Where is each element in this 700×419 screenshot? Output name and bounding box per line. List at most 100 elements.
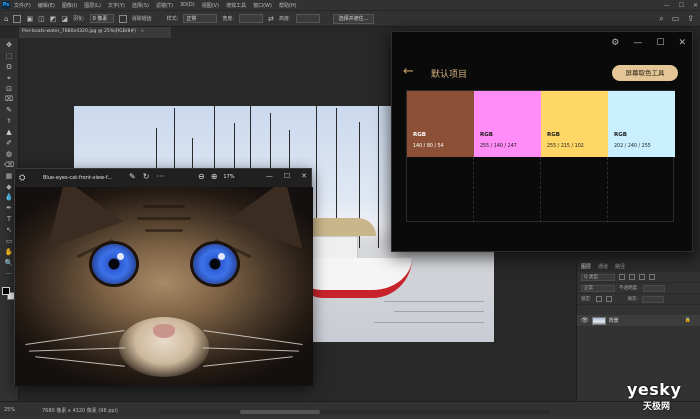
menu-edit[interactable]: 编辑(E) [38,2,55,9]
yesky-watermark: yesky 天极网 [627,380,693,414]
move-tool-icon[interactable]: ✥ [3,41,16,51]
minimize-icon[interactable]: — [633,38,642,48]
subtract-selection-icon[interactable]: ◩ [50,15,57,23]
height-input[interactable] [295,14,320,23]
share-icon[interactable]: ⇪ [687,14,694,24]
menu-layer[interactable]: 图层(L) [84,2,101,9]
color-swatch[interactable]: RGB 255 / 140 / 247 [474,91,541,157]
crop-tool-icon[interactable]: ⊡ [3,85,16,95]
status-zoom[interactable]: 25% [4,407,15,413]
workspace-icon[interactable]: ▭ [672,14,680,24]
photos-app-icon: ⛭ [19,173,26,182]
settings-gear-icon[interactable]: ⚙ [611,38,619,48]
menu-plugins[interactable]: 增效工具 [226,2,246,9]
document-tab[interactable]: Pier-boats-water_7680x4320.jpg @ 25%(RGB… [19,27,171,38]
healing-tool-icon[interactable]: ⚕ [3,117,16,127]
horizontal-scrollbar[interactable] [160,410,550,414]
history-brush-tool-icon[interactable]: ◍ [3,150,16,160]
menu-window[interactable]: 窗口(W) [253,2,272,9]
whisker [35,356,125,367]
lasso-tool-icon[interactable]: ʘ [3,63,16,73]
filter-type-icon[interactable] [639,274,645,280]
fill-field[interactable] [642,295,665,303]
maximize-icon[interactable]: ☐ [656,38,664,48]
zoom-in-icon[interactable]: ⊕ [211,172,218,181]
tab-channels[interactable]: 通道 [598,263,608,270]
color-swatch[interactable]: RGB 255 / 215 / 102 [541,91,608,157]
blend-mode-select[interactable]: 正常 [581,284,615,292]
new-selection-icon[interactable]: ▣ [26,15,33,23]
lock-row: 锁定: 填充: [577,294,700,305]
width-input[interactable] [239,14,264,23]
visibility-eye-icon[interactable]: 👁 [581,317,589,324]
scrollbar-thumb[interactable] [240,410,320,414]
color-swatch[interactable]: RGB 140 / 80 / 54 [407,91,474,157]
viewer-toolbar: ✎ ↻ ··· [129,172,164,181]
menu-help[interactable]: 帮助(H) [279,2,297,9]
intersect-selection-icon[interactable]: ◪ [61,15,68,23]
cat-photo[interactable] [15,187,313,386]
minimize-icon[interactable]: — [266,172,273,180]
select-and-mask-button[interactable]: 选择并遮住... [332,13,375,24]
maximize-icon[interactable]: ☐ [284,172,290,180]
empty-swatch-slot[interactable] [407,157,474,223]
quick-select-tool-icon[interactable]: ⌖ [3,74,16,84]
rotate-icon[interactable]: ↻ [143,172,150,181]
maximize-icon[interactable]: ☐ [679,2,684,9]
close-icon[interactable]: ✕ [693,2,698,9]
home-icon[interactable]: ⌂ [4,15,8,23]
filter-shape-icon[interactable] [649,274,655,280]
frame-tool-icon[interactable]: ⌧ [3,95,16,105]
blend-mode-row: 正常 不透明度: [577,283,700,294]
back-arrow-icon[interactable]: ← [403,64,414,79]
zoom-out-icon[interactable]: ⊖ [198,172,205,181]
menu-view[interactable]: 视图(V) [202,2,219,9]
menu-filter[interactable]: 滤镜(T) [156,2,173,9]
tab-paths[interactable]: 路径 [615,263,625,270]
eye-highlight [117,253,124,260]
menu-type[interactable]: 文字(Y) [108,2,125,9]
close-tab-icon[interactable]: × [140,29,144,34]
close-icon[interactable]: ✕ [301,172,307,180]
filter-pixel-icon[interactable] [619,274,625,280]
add-selection-icon[interactable]: ◫ [38,15,45,23]
layer-lock-icon: 🔒 [684,317,691,323]
antialias-checkbox[interactable] [118,14,127,23]
feather-input[interactable]: 0 像素 [89,14,114,23]
more-icon[interactable]: ··· [156,172,164,181]
fur-stripe [143,205,185,208]
stamp-tool-icon[interactable]: ✐ [3,139,16,149]
cat-ear-right [227,187,313,249]
swap-icon[interactable]: ⇄ [268,15,274,23]
filter-adjust-icon[interactable] [629,274,635,280]
swatch-grid: RGB 140 / 80 / 54 RGB 255 / 140 / 247 RG… [406,90,675,223]
empty-swatch-slot[interactable] [608,157,675,223]
empty-swatch-slot[interactable] [541,157,608,223]
menu-select[interactable]: 选择(S) [132,2,149,9]
minimize-icon[interactable]: — [664,2,670,9]
menu-file[interactable]: 文件(F) [14,2,31,9]
close-icon[interactable]: ✕ [678,38,686,48]
brush-tool-icon[interactable]: ▲ [3,128,16,138]
opacity-field[interactable] [642,284,665,292]
color-swatch[interactable]: RGB 202 / 240 / 255 [608,91,675,157]
screen-pick-button[interactable]: 屏幕取色工具 [612,65,678,81]
foreground-color[interactable] [2,286,10,295]
tab-layers[interactable]: 图层 [581,263,591,270]
marquee-tool-icon[interactable] [13,14,22,23]
style-select[interactable]: 正常 [183,14,218,23]
lock-pixels-icon[interactable] [595,296,602,302]
empty-swatch-slot[interactable] [474,157,541,223]
lock-position-icon[interactable] [605,296,612,302]
color-picker-window: ⚙ — ☐ ✕ ← 默认项目 屏幕取色工具 RGB 140 / 80 / 54 … [391,31,693,252]
edit-icon[interactable]: ✎ [129,172,136,181]
menu-image[interactable]: 图像(I) [62,2,77,9]
marquee-tool-icon[interactable]: ⬚ [3,52,16,62]
eyedropper-tool-icon[interactable]: ✎ [3,106,16,116]
search-icon[interactable]: ⌕ [659,14,663,24]
menu-3d[interactable]: 3D(D) [180,2,195,8]
layer-kind-filter[interactable]: Q 类型 [581,273,615,281]
cat-nose [153,324,175,338]
layer-row-background[interactable]: 👁 背景 🔒 [577,315,700,326]
viewer-window-controls: — ☐ ✕ [266,172,307,180]
